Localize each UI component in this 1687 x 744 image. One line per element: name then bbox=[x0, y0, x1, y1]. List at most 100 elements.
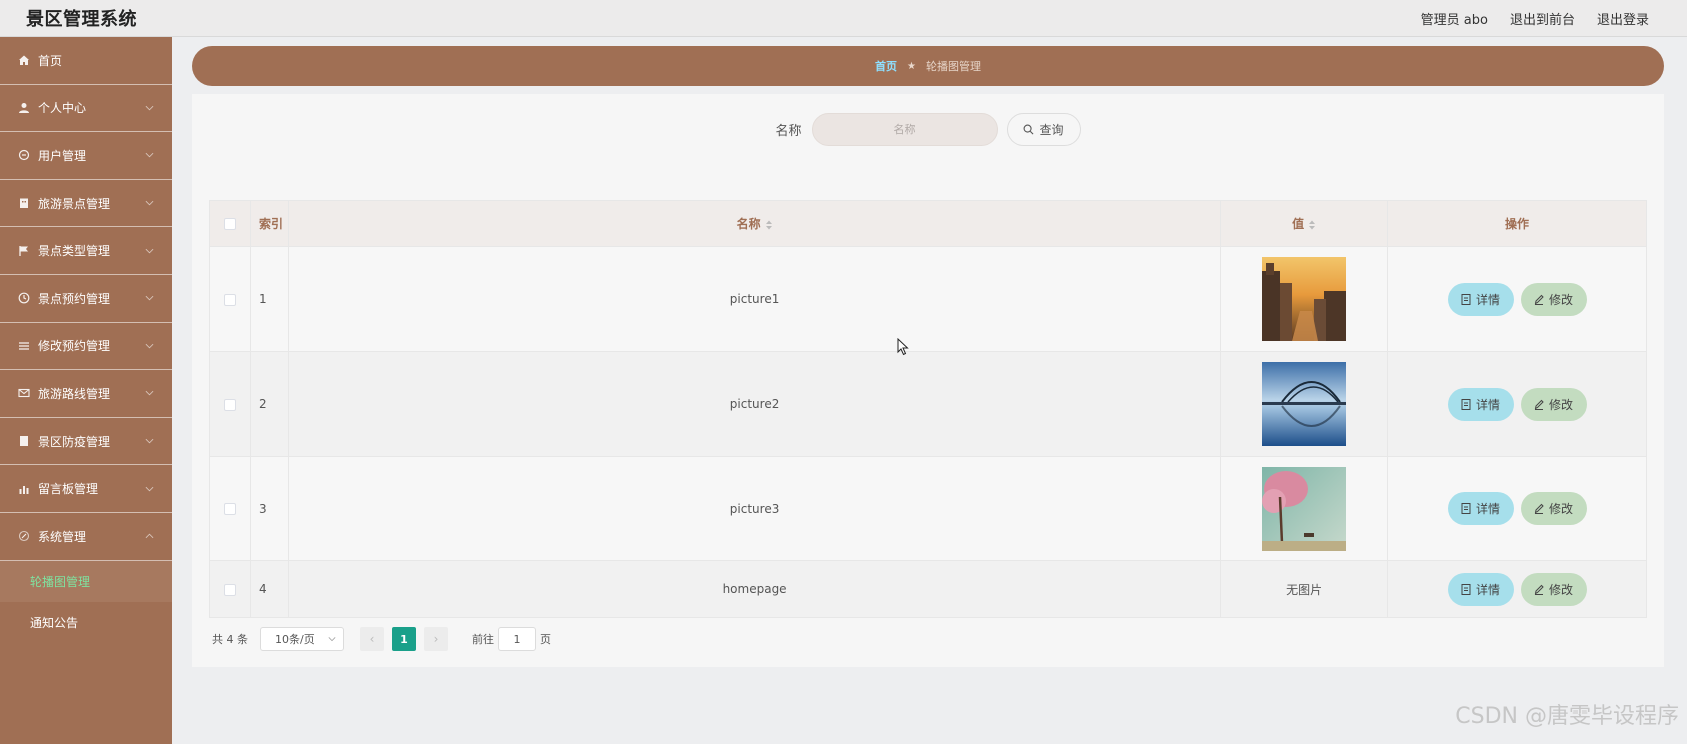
pink-tree-image[interactable] bbox=[1262, 466, 1347, 551]
search-label: 名称 bbox=[775, 123, 802, 139]
row-actions: 详情 修改 bbox=[1387, 351, 1647, 457]
sort-icon bbox=[765, 220, 772, 229]
row-checkbox[interactable] bbox=[223, 503, 236, 515]
row-index: 1 bbox=[249, 246, 289, 352]
breadcrumb: 首页 ★ 轮播图管理 bbox=[192, 46, 1664, 86]
detail-button-label: 详情 bbox=[1476, 502, 1501, 516]
chart-icon bbox=[18, 483, 30, 495]
sidebar-item-label: 用户管理 bbox=[38, 148, 87, 163]
page-number-current[interactable]: 1 bbox=[392, 627, 416, 651]
sidebar-item-routes[interactable]: 旅游路线管理 bbox=[0, 370, 172, 418]
column-name[interactable]: 名称 bbox=[287, 200, 1222, 247]
search-input[interactable] bbox=[811, 112, 998, 146]
clock-icon bbox=[18, 292, 30, 304]
row-name: picture3 bbox=[287, 456, 1222, 561]
goto-prefix: 前往 bbox=[472, 633, 494, 646]
sidebar-item-label: 个人中心 bbox=[38, 101, 87, 116]
front-link[interactable]: 退出到前台 bbox=[1510, 9, 1575, 28]
edit-button-label: 修改 bbox=[1549, 292, 1574, 307]
chevron-down-icon bbox=[145, 248, 154, 254]
sunset-canal-image[interactable] bbox=[1262, 257, 1347, 341]
edit-button[interactable]: 修改 bbox=[1520, 492, 1587, 525]
column-value[interactable]: 值 bbox=[1220, 200, 1389, 247]
sidebar-item-modify-reservations[interactable]: 修改预约管理 bbox=[0, 323, 172, 371]
detail-button[interactable]: 详情 bbox=[1447, 572, 1514, 606]
row-value: 无图片 bbox=[1220, 560, 1389, 618]
bridge-lake-image[interactable] bbox=[1262, 362, 1347, 446]
sidebar-subitem-notices[interactable]: 通知公告 bbox=[0, 602, 172, 643]
sidebar-item-messages[interactable]: 留言板管理 bbox=[0, 465, 172, 513]
prev-page-button[interactable]: ‹ bbox=[360, 627, 384, 651]
goto-suffix: 页 bbox=[540, 633, 551, 646]
main-content: 名称 查询 索引 名称 值 操作 1 bbox=[192, 94, 1664, 667]
search-button-label: 查询 bbox=[1039, 122, 1064, 137]
next-page-button[interactable]: › bbox=[424, 627, 448, 651]
edit-button[interactable]: 修改 bbox=[1520, 572, 1587, 606]
page-size-value: 10条/页 bbox=[275, 633, 315, 646]
chevron-up-icon bbox=[145, 533, 154, 539]
sidebar-item-attraction-types[interactable]: 景点类型管理 bbox=[0, 227, 172, 275]
table-row: 2 picture2 详情 修改 bbox=[209, 351, 1647, 457]
detail-button-label: 详情 bbox=[1476, 582, 1501, 597]
detail-button[interactable]: 详情 bbox=[1447, 282, 1514, 316]
mouse-cursor-icon bbox=[897, 338, 909, 356]
table-header-row: 索引 名称 值 操作 bbox=[209, 200, 1647, 247]
mail-icon bbox=[18, 387, 30, 399]
header-actions: 管理员 abo 退出到前台 退出登录 bbox=[1421, 9, 1649, 28]
breadcrumb-home[interactable]: 首页 bbox=[875, 58, 897, 74]
table-row: 4 homepage 无图片 详情 修改 bbox=[209, 560, 1647, 618]
goto-page-input[interactable]: 1 bbox=[498, 627, 536, 651]
edit-button[interactable]: 修改 bbox=[1520, 387, 1587, 421]
sidebar-item-users[interactable]: 用户管理 bbox=[0, 132, 172, 180]
sidebar-item-label: 景区防疫管理 bbox=[38, 434, 111, 449]
row-index: 2 bbox=[249, 351, 289, 457]
logout-link[interactable]: 退出登录 bbox=[1597, 9, 1649, 28]
row-checkbox[interactable] bbox=[223, 398, 236, 411]
pencil-icon bbox=[1534, 584, 1544, 595]
chevron-down-icon bbox=[145, 391, 154, 396]
sidebar-item-reservations[interactable]: 景点预约管理 bbox=[0, 275, 172, 323]
user-label: 管理员 abo bbox=[1420, 12, 1488, 28]
table-row: 1 picture1 详情 修改 bbox=[209, 246, 1647, 352]
sidebar-item-label: 留言板管理 bbox=[38, 482, 99, 497]
detail-button[interactable]: 详情 bbox=[1447, 492, 1514, 525]
search-button[interactable]: 查询 bbox=[1006, 112, 1081, 146]
gear-icon bbox=[18, 530, 30, 542]
pencil-icon bbox=[1534, 294, 1544, 305]
sidebar: 首页 个人中心 用户管理 旅游景点管理 景点类型管理 景点预约管理 修改预约管理… bbox=[0, 37, 172, 744]
building-icon bbox=[18, 197, 30, 209]
row-value bbox=[1220, 246, 1389, 352]
search-row: 名称 查询 bbox=[192, 112, 1664, 146]
column-value-label: 值 bbox=[1292, 217, 1305, 231]
sidebar-item-home[interactable]: 首页 bbox=[0, 37, 172, 85]
chevron-down-icon bbox=[145, 200, 154, 206]
home-icon bbox=[18, 54, 30, 66]
edit-button-label: 修改 bbox=[1549, 397, 1574, 412]
select-all-checkbox[interactable] bbox=[223, 218, 236, 230]
select-all-cell bbox=[209, 200, 251, 247]
top-bar: 景区管理系统 管理员 abo 退出到前台 退出登录 bbox=[0, 0, 1687, 37]
user-icon bbox=[18, 102, 30, 114]
row-select-cell bbox=[209, 560, 251, 618]
sidebar-item-attractions[interactable]: 旅游景点管理 bbox=[0, 180, 172, 228]
row-select-cell bbox=[209, 351, 251, 457]
row-checkbox[interactable] bbox=[223, 293, 236, 306]
sidebar-item-system[interactable]: 系统管理 bbox=[0, 513, 172, 561]
sidebar-subitem-carousel[interactable]: 轮播图管理 bbox=[0, 560, 172, 602]
row-name: picture1 bbox=[287, 246, 1222, 352]
detail-button[interactable]: 详情 bbox=[1447, 387, 1514, 421]
edit-button[interactable]: 修改 bbox=[1520, 282, 1587, 316]
chevron-down-icon bbox=[145, 296, 154, 301]
pagination: 共 4 条 10条/页 ‹ 1 › 前往 1 页 bbox=[212, 627, 551, 651]
list-icon bbox=[18, 340, 30, 352]
chevron-down-icon bbox=[145, 343, 154, 349]
row-actions: 详情 修改 bbox=[1387, 560, 1647, 618]
row-value bbox=[1220, 351, 1389, 457]
document-icon bbox=[1461, 583, 1471, 595]
row-name: homepage bbox=[287, 560, 1222, 618]
detail-button-label: 详情 bbox=[1476, 397, 1501, 412]
sidebar-item-epidemic[interactable]: 景区防疫管理 bbox=[0, 418, 172, 466]
page-size-select[interactable]: 10条/页 bbox=[260, 627, 344, 651]
sidebar-item-profile[interactable]: 个人中心 bbox=[0, 85, 172, 133]
row-checkbox[interactable] bbox=[223, 583, 236, 596]
